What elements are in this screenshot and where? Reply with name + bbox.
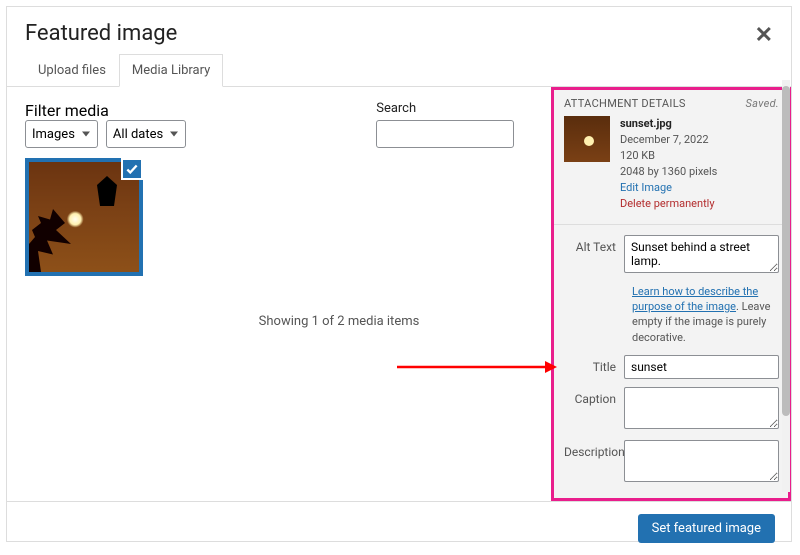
lamp-shape — [93, 176, 121, 246]
scrollbar[interactable] — [782, 80, 790, 492]
filter-dates-select[interactable]: All dates — [106, 120, 186, 148]
delete-permanently-link[interactable]: Delete permanently — [620, 196, 717, 212]
search-label: Search — [376, 101, 514, 116]
attachment-thumbnail — [564, 116, 610, 162]
caption-input[interactable] — [624, 387, 779, 429]
annotation-arrow-icon — [397, 357, 557, 377]
tabs-bar: Upload files Media Library — [7, 54, 791, 87]
set-featured-image-button[interactable]: Set featured image — [638, 514, 775, 543]
media-library-main: Filter media Images All dates Search — [7, 87, 551, 501]
selected-check-icon — [121, 158, 143, 180]
attachment-filename: sunset.jpg — [620, 116, 717, 132]
description-input[interactable] — [624, 440, 779, 482]
title-label: Title — [564, 355, 624, 374]
items-count-status: Showing 1 of 2 media items — [145, 314, 533, 329]
caption-label: Caption — [564, 387, 624, 406]
modal-footer: Set featured image — [7, 501, 791, 555]
tab-media-library[interactable]: Media Library — [119, 54, 223, 87]
lamp-bracket-shape — [29, 202, 89, 272]
attachment-filesize: 120 KB — [620, 148, 717, 164]
saved-status: Saved. — [746, 97, 779, 110]
modal-header: Featured image ✕ — [7, 7, 791, 54]
scrollbar-thumb[interactable] — [782, 86, 790, 416]
search-input[interactable] — [376, 120, 514, 148]
attachment-dimensions: 2048 by 1360 pixels — [620, 164, 717, 180]
alt-text-label: Alt Text — [564, 235, 624, 254]
title-input[interactable] — [624, 355, 779, 379]
featured-image-modal: Featured image ✕ Upload files Media Libr… — [6, 6, 792, 542]
edit-image-link[interactable]: Edit Image — [620, 180, 717, 196]
filter-media-label: Filter media — [25, 101, 109, 120]
filter-type-select[interactable]: Images — [25, 120, 98, 148]
attachment-details-heading: ATTACHMENT DETAILS — [564, 97, 686, 110]
attachment-details-panel: ATTACHMENT DETAILS Saved. sunset.jpg Dec… — [551, 87, 791, 501]
media-thumbnail-sunset[interactable] — [25, 158, 143, 276]
modal-title: Featured image — [25, 21, 773, 46]
description-label: Description — [564, 440, 624, 459]
alt-text-input[interactable]: Sunset behind a street lamp. — [624, 235, 779, 273]
attachment-date: December 7, 2022 — [620, 132, 717, 148]
alt-text-note: Learn how to describe the purpose of the… — [632, 284, 779, 346]
tab-upload-files[interactable]: Upload files — [25, 54, 119, 87]
close-icon[interactable]: ✕ — [755, 23, 773, 48]
